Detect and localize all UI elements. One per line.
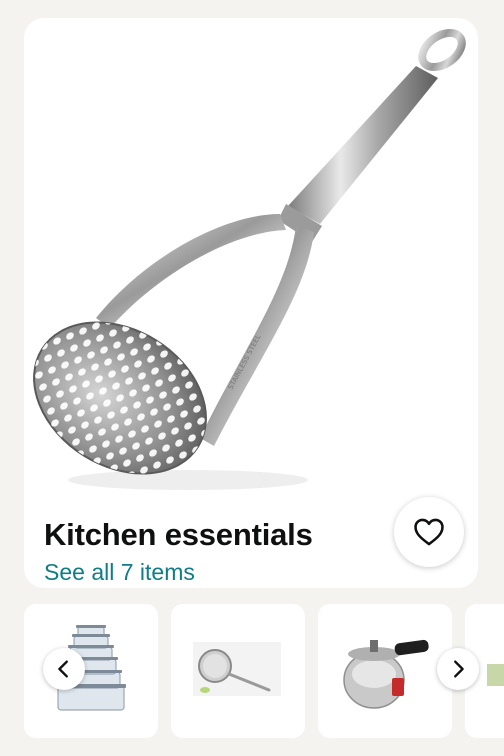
plate-hole bbox=[135, 319, 143, 327]
plate-hole bbox=[174, 304, 182, 312]
plate-hole bbox=[50, 460, 58, 468]
plate-hole bbox=[144, 302, 152, 310]
plate-hole bbox=[67, 467, 75, 475]
plate-hole bbox=[194, 364, 202, 372]
plate-hole bbox=[198, 376, 206, 384]
plate-hole bbox=[58, 484, 66, 492]
plate-hole bbox=[27, 347, 35, 355]
potato-masher-image: STAINLESS STEEL bbox=[24, 28, 466, 498]
plate-hole bbox=[26, 388, 34, 396]
carousel-next-button[interactable] bbox=[437, 648, 479, 690]
plate-hole bbox=[152, 326, 160, 334]
collection-card[interactable]: STAINLESS STEEL Kitchen essentials See a… bbox=[24, 18, 478, 588]
plate-hole bbox=[186, 340, 194, 348]
plate-hole bbox=[54, 472, 62, 480]
plate-hole bbox=[206, 400, 214, 408]
plate-hole bbox=[165, 321, 173, 329]
collection-title: Kitchen essentials bbox=[44, 517, 313, 552]
chevron-right-icon bbox=[454, 660, 464, 678]
carousel-prev-button[interactable] bbox=[43, 648, 85, 690]
plate-hole bbox=[182, 328, 190, 336]
thumbnail-strainer[interactable] bbox=[171, 604, 305, 738]
plate-hole bbox=[62, 496, 70, 498]
plate-hole bbox=[88, 486, 96, 494]
plate-hole bbox=[178, 316, 186, 324]
thumbnail-pressure-cooker[interactable] bbox=[318, 604, 452, 738]
plate-hole bbox=[80, 462, 88, 470]
chevron-left-icon bbox=[58, 660, 68, 678]
plate-hole bbox=[38, 424, 46, 432]
plate-hole bbox=[34, 412, 42, 420]
plate-hole bbox=[131, 307, 139, 315]
heart-icon bbox=[414, 518, 444, 546]
strainer-image bbox=[193, 642, 281, 696]
plate-hole bbox=[190, 352, 198, 360]
plate-hole bbox=[170, 292, 178, 300]
plate-hole bbox=[157, 297, 165, 305]
plate-hole bbox=[24, 364, 26, 372]
plate-hole bbox=[161, 309, 169, 317]
plate-hole bbox=[63, 455, 71, 463]
plate-hole bbox=[46, 448, 54, 456]
plate-hole bbox=[75, 491, 83, 498]
pressure-cooker-image bbox=[343, 639, 429, 709]
favorite-button[interactable] bbox=[394, 497, 464, 567]
plate-hole bbox=[42, 436, 50, 444]
plate-hole bbox=[24, 376, 30, 384]
plate-hole bbox=[148, 314, 156, 322]
see-all-link[interactable]: See all 7 items bbox=[44, 559, 195, 586]
plate-hole bbox=[169, 333, 177, 341]
